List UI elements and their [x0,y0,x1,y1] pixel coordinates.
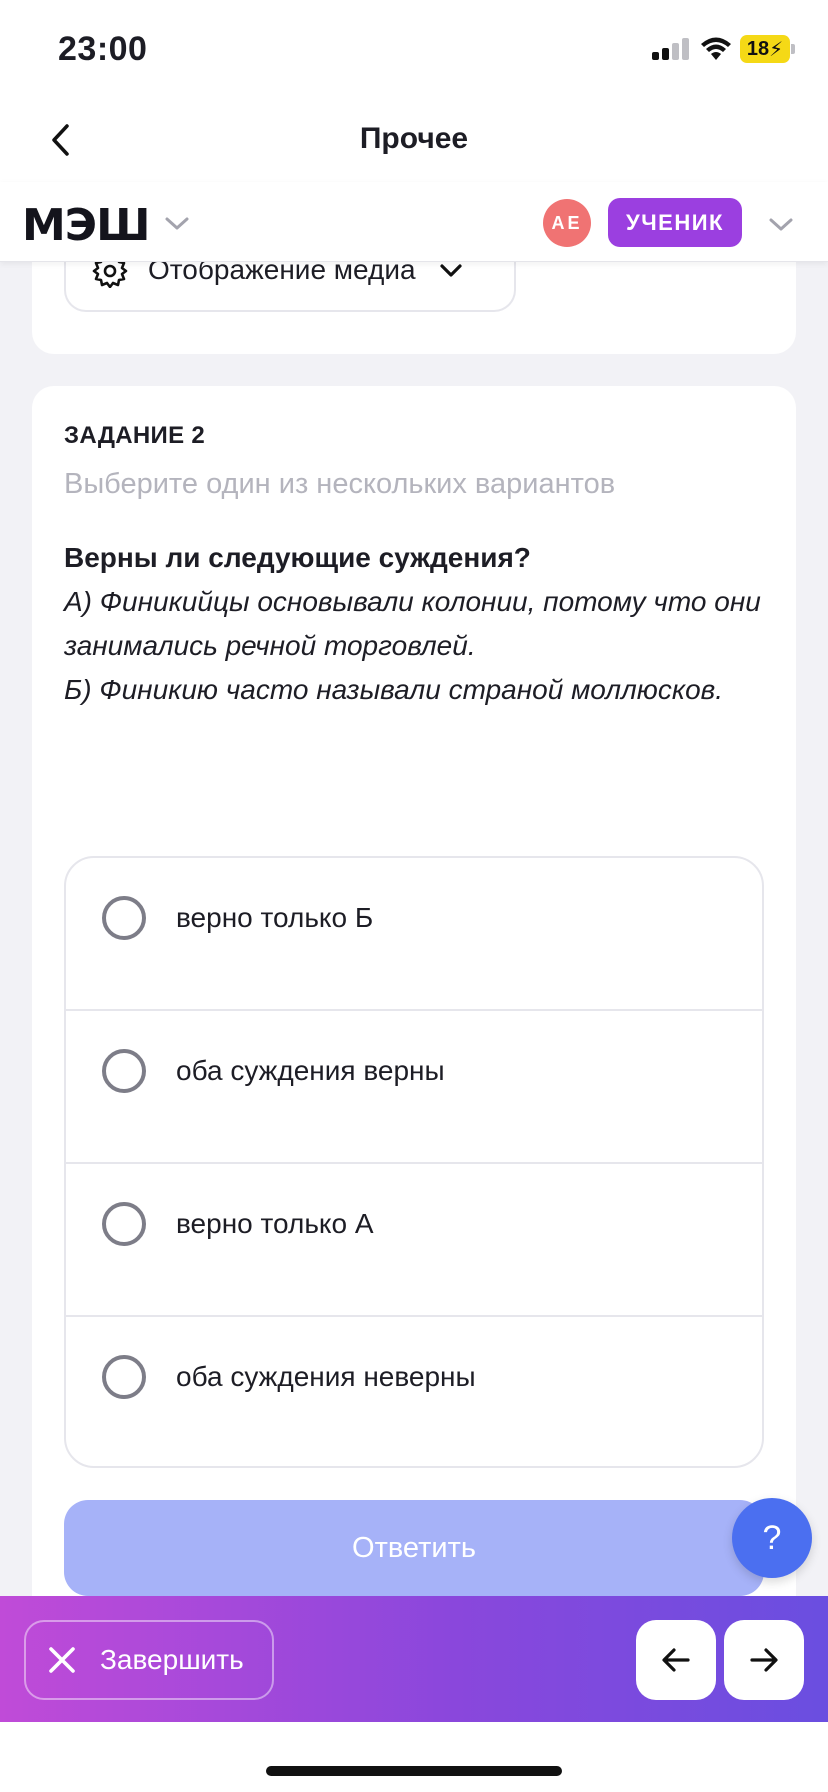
next-task-button[interactable] [724,1620,804,1700]
previous-task-button[interactable] [636,1620,716,1700]
radio-button[interactable] [102,1202,146,1246]
task-question: Верны ли следующие суждения? А) Финикийц… [64,536,764,712]
question-statement: Б) Финикию часто называли страной моллюс… [64,674,724,705]
chevron-down-icon[interactable] [162,208,192,238]
avatar[interactable]: АЕ [543,199,591,247]
task-instruction: Выберите один из нескольких вариантов [64,468,616,500]
page-title: Прочее [359,122,469,155]
finish-label: Завершить [100,1644,244,1675]
battery-cap [791,44,795,54]
submit-answer-button[interactable]: Ответить [64,1500,764,1596]
answer-option[interactable]: верно только Б [66,858,762,1011]
app-header: МЭШ АЕ УЧЕНИК [0,182,828,262]
radio-button[interactable] [102,1049,146,1093]
navigation-bar: Прочее [0,100,828,182]
status-time: 23:00 [58,30,148,68]
bottom-action-bar: Завершить [0,1596,828,1722]
question-statement: А) Финикийцы основывали колонии, потому … [64,586,761,661]
answer-option-label: оба суждения неверны [176,1361,476,1392]
home-indicator-area [0,1722,828,1792]
task-number: ЗАДАНИЕ 2 [64,422,205,449]
status-bar: 23:00 18 ⚡ [0,0,828,100]
battery-level: 18 [746,37,770,60]
finish-button[interactable]: Завершить [24,1620,274,1700]
radio-button[interactable] [102,1355,146,1399]
home-indicator[interactable] [266,1766,562,1776]
cellular-signal-icon [652,38,690,60]
role-badge[interactable]: УЧЕНИК [608,198,742,247]
answer-option-label: верно только Б [176,902,374,933]
arrow-right-icon [750,1648,778,1672]
help-button[interactable]: ? [732,1498,812,1578]
answer-option-label: верно только А [176,1208,374,1239]
answer-options: верно только Б оба суждения верны верно … [64,856,764,1468]
radio-button[interactable] [102,896,146,940]
answer-option[interactable]: верно только А [66,1164,762,1317]
answer-option[interactable]: оба суждения неверны [66,1317,762,1466]
arrow-left-icon [662,1648,690,1672]
answer-option-label: оба суждения верны [176,1055,445,1086]
task-card: ЗАДАНИЕ 2 Выберите один из нескольких ва… [32,386,796,1626]
chevron-down-icon[interactable] [766,209,796,239]
question-title: Верны ли следующие суждения? [64,542,531,573]
answer-option[interactable]: оба суждения верны [66,1011,762,1164]
logo[interactable]: МЭШ [22,200,150,251]
close-icon [49,1647,75,1673]
battery-icon: 18 ⚡ [740,35,790,63]
wifi-icon [701,37,731,60]
